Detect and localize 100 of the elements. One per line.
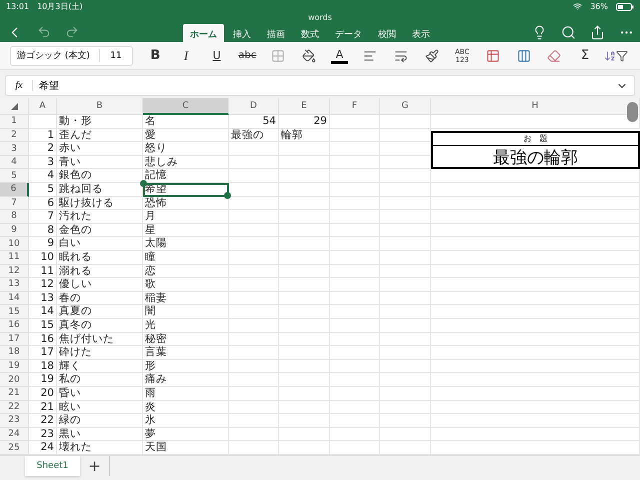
empty-cell[interactable] (279, 346, 330, 360)
empty-cell[interactable] (330, 169, 380, 183)
ribbon-tab[interactable]: 数式 (294, 24, 326, 42)
empty-cell[interactable] (380, 292, 431, 306)
row-header[interactable]: 22 (0, 400, 29, 414)
table-cell[interactable]: 名 (143, 115, 229, 129)
sheet-tab[interactable]: Sheet1 (25, 456, 80, 476)
empty-cell[interactable] (279, 360, 330, 374)
table-cell[interactable]: 黒い (57, 428, 143, 442)
empty-cell[interactable] (279, 305, 330, 319)
table-cell[interactable]: 6 (29, 196, 57, 210)
empty-cell[interactable] (431, 210, 640, 224)
empty-cell[interactable] (330, 360, 380, 374)
table-cell[interactable]: 言葉 (143, 346, 229, 360)
empty-cell[interactable] (229, 183, 279, 197)
empty-cell[interactable] (431, 250, 640, 265)
empty-cell[interactable] (431, 183, 640, 197)
ribbon-tab[interactable]: 校閲 (371, 24, 403, 42)
empty-cell[interactable] (330, 142, 380, 156)
underline-button[interactable]: U (202, 44, 232, 67)
empty-cell[interactable] (380, 183, 431, 197)
empty-cell[interactable] (431, 386, 640, 400)
table-cell[interactable]: 星 (143, 224, 229, 238)
table-cell[interactable]: 22 (29, 414, 57, 428)
table-cell[interactable]: 怒り (143, 142, 229, 156)
empty-cell[interactable] (279, 156, 330, 170)
table-cell[interactable]: 21 (29, 400, 57, 414)
table-cell[interactable]: 歪んだ (57, 128, 143, 142)
table-cell[interactable]: 溺れる (57, 264, 143, 278)
row-header[interactable]: 4 (0, 156, 29, 170)
table-cell[interactable]: 最強の (229, 128, 279, 142)
ribbon-tab[interactable]: 描画 (260, 24, 292, 42)
table-cell[interactable]: 痛み (143, 373, 229, 387)
ribbon-tab[interactable]: 挿入 (226, 24, 258, 42)
table-cell[interactable]: 11 (29, 264, 57, 278)
column-header[interactable]: C (143, 98, 229, 116)
table-cell[interactable]: 銀色の (57, 169, 143, 183)
empty-cell[interactable] (279, 210, 330, 224)
table-cell[interactable]: 18 (29, 360, 57, 374)
table-cell[interactable]: 眠れる (57, 250, 143, 265)
empty-cell[interactable] (229, 264, 279, 278)
strikethrough-button[interactable]: abc (233, 44, 262, 67)
table-cell[interactable]: 愛 (143, 128, 229, 142)
table-cell[interactable]: 昏い (57, 386, 143, 400)
table-cell[interactable]: 4 (29, 169, 57, 183)
empty-cell[interactable] (279, 142, 330, 156)
column-header[interactable]: H (431, 98, 640, 116)
empty-cell[interactable] (380, 400, 431, 414)
empty-cell[interactable] (279, 237, 330, 251)
empty-cell[interactable] (380, 115, 431, 129)
empty-cell[interactable] (380, 250, 431, 265)
empty-cell[interactable] (229, 169, 279, 183)
empty-cell[interactable] (431, 224, 640, 238)
table-cell[interactable]: 12 (29, 278, 57, 292)
add-sheet-button[interactable]: + (80, 456, 110, 476)
empty-cell[interactable] (431, 346, 640, 360)
table-cell[interactable]: 私の (57, 373, 143, 387)
empty-cell[interactable] (330, 332, 380, 346)
column-header[interactable]: G (380, 98, 431, 116)
selection-handle[interactable] (224, 192, 231, 199)
table-cell[interactable]: 9 (29, 237, 57, 251)
empty-cell[interactable] (330, 224, 380, 238)
table-cell[interactable]: 真夏の (57, 305, 143, 319)
table-cell[interactable]: 8 (29, 224, 57, 238)
empty-cell[interactable] (229, 386, 279, 400)
ribbon-tab[interactable]: ホーム (183, 24, 224, 42)
empty-cell[interactable] (229, 414, 279, 428)
table-cell[interactable]: 7 (29, 210, 57, 224)
empty-cell[interactable] (279, 250, 330, 265)
table-cell[interactable]: 恐怖 (143, 196, 229, 210)
empty-cell[interactable] (380, 318, 431, 333)
empty-cell[interactable] (279, 183, 330, 197)
wrap-text-icon[interactable] (394, 48, 408, 63)
row-header[interactable]: 13 (0, 278, 29, 292)
empty-cell[interactable] (330, 414, 380, 428)
empty-cell[interactable] (330, 292, 380, 306)
font-selector[interactable]: 游ゴシック (本文) 11 (10, 46, 133, 66)
font-name-field[interactable]: 游ゴシック (本文) (11, 49, 100, 62)
ribbon-tab[interactable]: 表示 (405, 24, 437, 42)
table-cell[interactable]: 氷 (143, 414, 229, 428)
undo-icon[interactable] (37, 25, 51, 39)
empty-cell[interactable] (279, 278, 330, 292)
table-cell[interactable]: 闇 (143, 305, 229, 319)
table-cell[interactable]: 瞳 (143, 250, 229, 265)
table-cell[interactable]: 悲しみ (143, 156, 229, 170)
empty-cell[interactable] (229, 318, 279, 333)
columns-icon[interactable] (516, 48, 531, 63)
empty-cell[interactable] (229, 428, 279, 442)
empty-cell[interactable] (431, 305, 640, 319)
empty-cell[interactable] (431, 373, 640, 387)
table-cell[interactable]: 優しい (57, 278, 143, 292)
table-cell[interactable]: 白い (57, 237, 143, 251)
empty-cell[interactable] (431, 264, 640, 278)
empty-cell[interactable] (380, 237, 431, 251)
empty-cell[interactable] (431, 196, 640, 210)
table-cell[interactable]: 赤い (57, 142, 143, 156)
share-icon[interactable] (590, 24, 605, 40)
row-header[interactable]: 5 (0, 169, 29, 183)
table-cell[interactable]: 金色の (57, 224, 143, 238)
empty-cell[interactable] (229, 250, 279, 265)
